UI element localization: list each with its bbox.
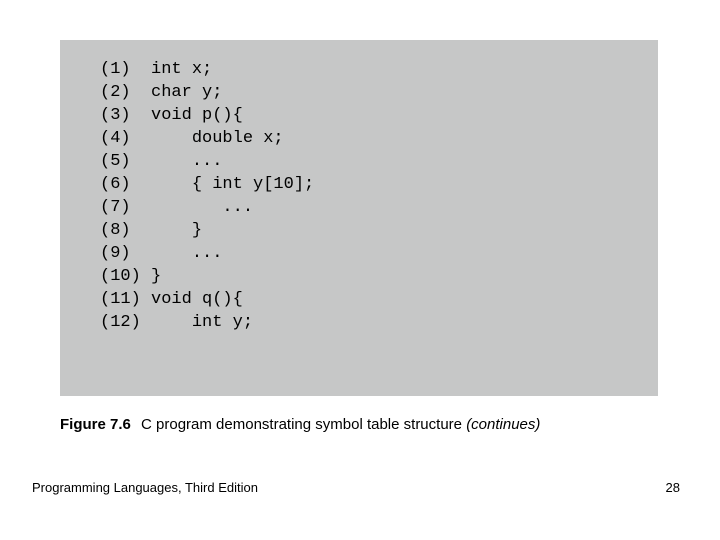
code-line: (6) { int y[10];: [100, 173, 658, 196]
code-line: (3) void p(){: [100, 104, 658, 127]
code-line: (7) ...: [100, 196, 658, 219]
code-line: (4) double x;: [100, 127, 658, 150]
code-line: (5) ...: [100, 150, 658, 173]
page-number: 28: [666, 480, 680, 495]
code-line: (2) char y;: [100, 81, 658, 104]
figure-text: C program demonstrating symbol table str…: [141, 416, 462, 433]
code-line: (12) int y;: [100, 311, 658, 334]
code-line: (10) }: [100, 265, 658, 288]
code-line: (1) int x;: [100, 58, 658, 81]
code-line: (11) void q(){: [100, 288, 658, 311]
figure-continues: (continues): [466, 416, 540, 433]
figure-number: Figure 7.6: [60, 416, 131, 433]
figure-caption: Figure 7.6 C program demonstrating symbo…: [60, 416, 540, 433]
code-line: (8) }: [100, 219, 658, 242]
code-block: (1) int x; (2) char y; (3) void p(){ (4)…: [60, 40, 658, 396]
code-line: (9) ...: [100, 242, 658, 265]
footer-book-title: Programming Languages, Third Edition: [32, 480, 258, 495]
